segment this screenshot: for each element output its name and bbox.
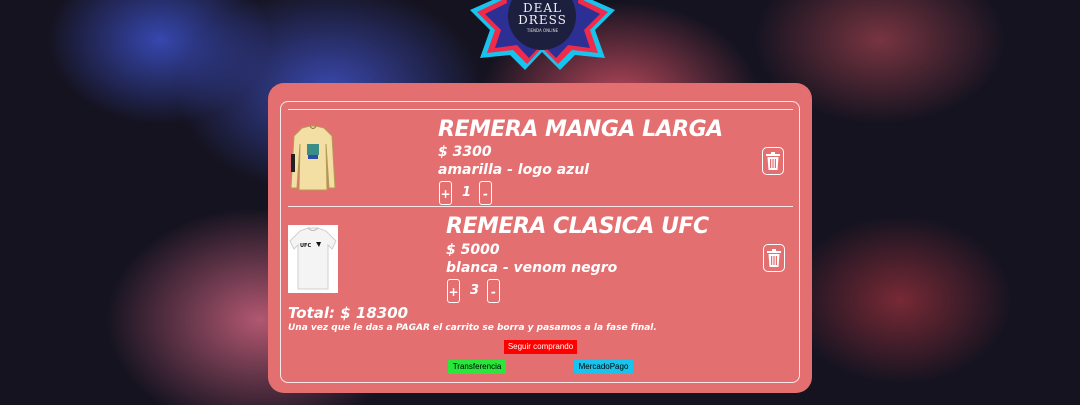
trash-icon [767,249,781,267]
cart-total: Total: $ 18300 [288,304,409,322]
quantity-value: 3 [470,283,480,298]
product-price: $ 5000 [446,242,500,258]
brand-line2: DRESS [518,13,567,27]
pay-transfer-button[interactable]: Transferencia [448,360,506,374]
svg-text:UFC: UFC [300,243,311,249]
product-title: REMERA MANGA LARGA [438,117,723,142]
product-variant: amarilla - logo azul [438,162,590,178]
decrease-quantity-button[interactable]: - [479,181,492,205]
continue-shopping-button[interactable]: Seguir comprando [504,340,577,354]
delete-item-button[interactable] [762,147,784,175]
checkout-note: Una vez que le das a PAGAR el carrito se… [288,323,657,333]
product-title: REMERA CLASICA UFC [446,214,709,239]
increase-quantity-button[interactable]: + [447,279,460,303]
product-price: $ 3300 [438,144,492,160]
trash-icon [766,152,780,170]
cart-top-divider [288,109,793,110]
brand-tagline: TIENDA ONLINE [526,28,559,33]
delete-item-button[interactable] [763,244,785,272]
cart-item-divider [288,206,793,207]
decrease-quantity-button[interactable]: - [487,279,500,303]
product-variant: blanca - venom negro [446,260,618,276]
brand-logo[interactable]: DEAL DRESS TIENDA ONLINE [470,0,615,70]
quantity-value: 1 [462,185,472,200]
product-image-tshirt: UFC [288,225,338,293]
pay-mercadopago-button[interactable]: MercadoPago [574,360,633,374]
product-image-long-sleeve [290,125,336,191]
brand-name: DEAL DRESS [470,2,615,26]
increase-quantity-button[interactable]: + [439,181,452,205]
